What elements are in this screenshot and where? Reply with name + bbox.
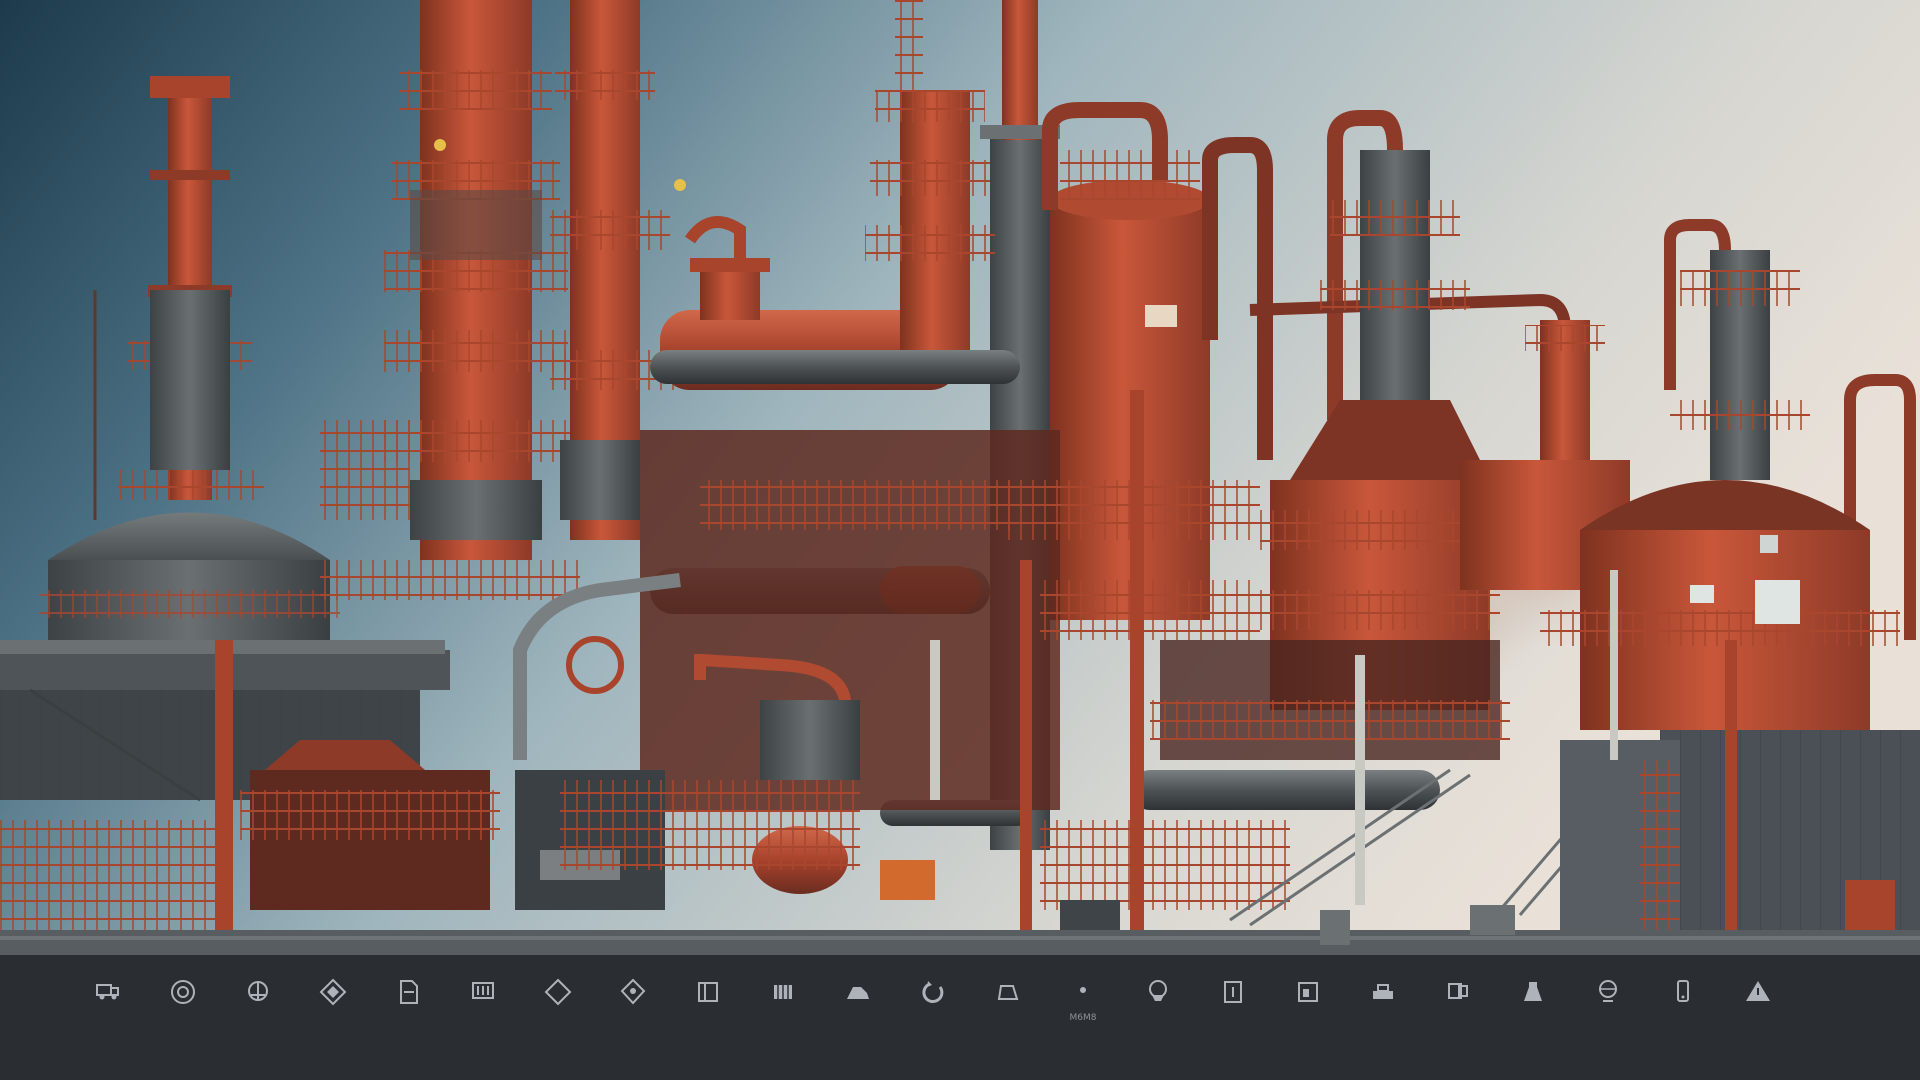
location-icon xyxy=(1149,980,1167,1001)
panel-icon xyxy=(698,982,718,1002)
document-icon xyxy=(400,980,418,1004)
monitor-icon xyxy=(1448,983,1468,999)
barcode-icon xyxy=(472,982,494,999)
chart-panel-icon xyxy=(1298,982,1318,1002)
robot-arm-icon xyxy=(847,987,869,999)
grid-icon xyxy=(774,985,792,999)
ground xyxy=(0,930,1920,955)
hazard-diamond-icon xyxy=(319,978,347,1006)
pin-icon xyxy=(1080,987,1086,993)
shield-icon xyxy=(620,978,646,1005)
diamond-icon xyxy=(544,978,572,1006)
valve-icon xyxy=(248,981,268,1001)
refinery-scene xyxy=(0,0,1920,1080)
cycle-icon xyxy=(922,981,944,1003)
printer-icon xyxy=(1373,984,1393,999)
phone-icon xyxy=(1677,980,1689,1002)
icon-strip-item xyxy=(1703,977,1813,1063)
globe-icon xyxy=(1599,980,1617,1002)
gauge-icon xyxy=(171,980,195,1004)
flask-icon xyxy=(1524,982,1542,1001)
conveyor-icon xyxy=(997,985,1019,1000)
icon-strip: M6M8 xyxy=(0,955,1920,1080)
truck-icon xyxy=(96,984,119,1000)
clipboard-icon xyxy=(1224,981,1242,1003)
warning-triangle-icon xyxy=(1746,981,1770,1001)
